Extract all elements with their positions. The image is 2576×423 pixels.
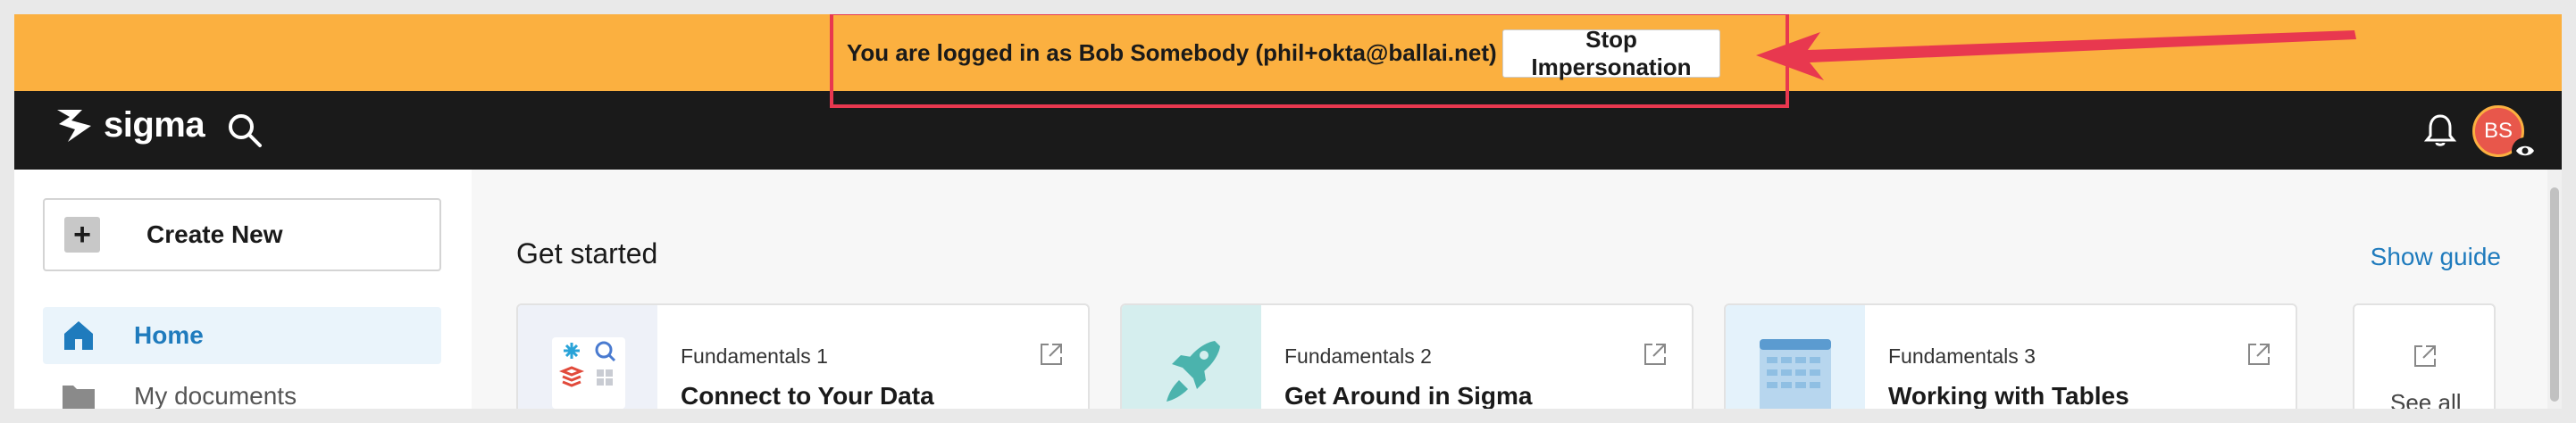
- bell-icon[interactable]: [2421, 111, 2460, 150]
- sidebar-item-home[interactable]: Home: [43, 307, 441, 364]
- sidebar-item-my-documents[interactable]: My documents: [43, 368, 441, 409]
- plus-icon: +: [64, 217, 100, 253]
- sigma-logo[interactable]: sigma: [55, 105, 205, 145]
- fundamentals-card[interactable]: Fundamentals 2 Get Around in Sigma: [1120, 303, 1694, 409]
- create-new-button[interactable]: + Create New: [43, 198, 441, 271]
- folder-icon: [61, 378, 96, 409]
- sigma-logo-icon: [57, 109, 91, 142]
- logo-text: sigma: [104, 105, 205, 145]
- show-guide-link[interactable]: Show guide: [2371, 243, 2501, 271]
- card-thumbnail: [1122, 305, 1261, 409]
- external-link-icon: [2414, 345, 2436, 367]
- see-all-label: See all: [2390, 389, 2462, 409]
- card-title: Get Around in Sigma: [1284, 382, 1533, 409]
- section-title: Get started: [516, 237, 658, 270]
- annotation-highlight-box: [830, 14, 1789, 108]
- main-content: Get started Show guide Fundamentals 1 Co…: [472, 170, 2562, 409]
- card-thumbnail: [518, 305, 657, 409]
- card-title: Connect to Your Data: [681, 382, 934, 409]
- see-all-card[interactable]: See all: [2353, 303, 2496, 409]
- sidebar: + Create New Home My documents: [14, 170, 472, 409]
- vertical-scrollbar[interactable]: [2547, 170, 2562, 409]
- scrollbar-thumb[interactable]: [2550, 187, 2559, 402]
- fundamentals-card[interactable]: Fundamentals 3 Working with Tables: [1724, 303, 2297, 409]
- annotation-arrow-icon: [1756, 30, 2356, 80]
- card-subtitle: Fundamentals 2: [1284, 344, 1432, 368]
- sidebar-item-label: Home: [134, 321, 204, 349]
- card-subtitle: Fundamentals 1: [681, 344, 828, 368]
- rocket-icon: [1167, 341, 1220, 402]
- card-subtitle: Fundamentals 3: [1888, 344, 2036, 368]
- fundamentals-card[interactable]: Fundamentals 1 Connect to Your Data: [516, 303, 1090, 409]
- external-link-icon[interactable]: [1038, 341, 1065, 368]
- card-thumbnail: [1726, 305, 1865, 409]
- external-link-icon[interactable]: [2246, 341, 2272, 368]
- create-new-label: Create New: [146, 220, 283, 248]
- home-icon: [61, 318, 96, 353]
- search-icon[interactable]: [225, 111, 264, 150]
- external-link-icon[interactable]: [1642, 341, 1669, 368]
- app-window: You are logged in as Bob Somebody (phil+…: [14, 14, 2562, 409]
- impersonation-eye-icon: [2512, 137, 2538, 164]
- data-sources-icon: [552, 337, 625, 409]
- card-title: Working with Tables: [1888, 382, 2129, 409]
- sidebar-item-label: My documents: [134, 382, 297, 409]
- table-icon: [1760, 339, 1831, 409]
